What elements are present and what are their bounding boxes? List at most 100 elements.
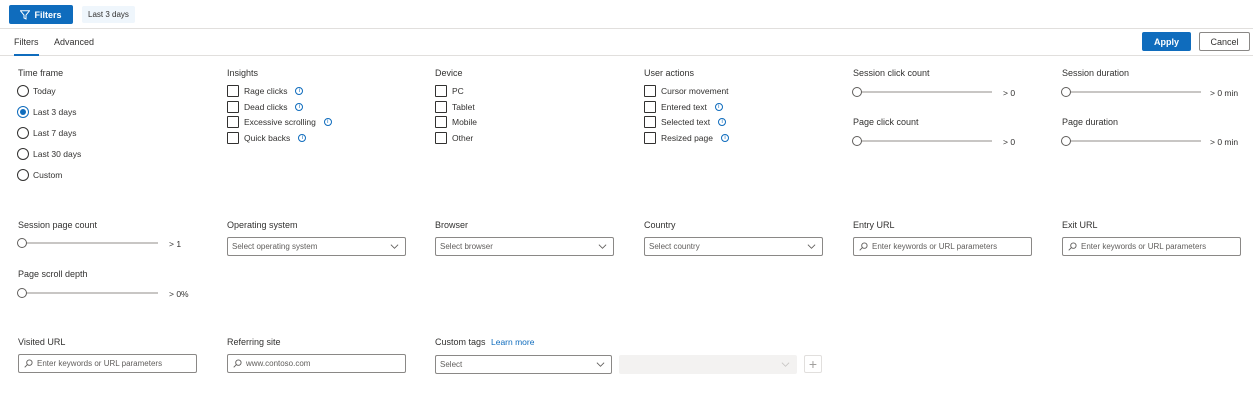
country-label: Country	[644, 220, 676, 230]
page-scroll-depth-value: > 0%	[169, 289, 189, 299]
radio-last-3-days[interactable]: Last 3 days	[17, 106, 76, 118]
checkbox-cursor-movement[interactable]: Cursor movement	[644, 85, 729, 97]
slider-thumb[interactable]	[17, 288, 27, 298]
session-click-count-value: > 0	[1003, 88, 1016, 98]
slider-track	[856, 91, 992, 93]
checkbox-box	[227, 85, 239, 97]
radio-label: Custom	[33, 170, 63, 180]
page-scroll-depth-slider[interactable]	[17, 287, 158, 299]
custom-tag-value-dropdown	[619, 355, 797, 374]
visited-url-search[interactable]	[18, 354, 197, 373]
slider-thumb[interactable]	[852, 87, 862, 97]
active-filter-chip[interactable]: Last 3 days	[82, 6, 135, 23]
dropdown-placeholder: Select operating system	[232, 242, 318, 251]
radio-last-30-days[interactable]: Last 30 days	[17, 148, 81, 160]
radio-circle-selected	[17, 106, 29, 118]
session-duration-slider[interactable]	[1061, 86, 1201, 98]
page-click-count-slider[interactable]	[852, 135, 992, 147]
checkbox-other[interactable]: Other	[435, 132, 473, 144]
checkbox-rage-clicks[interactable]: Rage clicks i	[227, 85, 304, 97]
checkbox-box	[644, 85, 656, 97]
checkbox-pc[interactable]: PC	[435, 85, 464, 97]
cancel-button[interactable]: Cancel	[1199, 32, 1250, 51]
checkbox-entered-text[interactable]: Entered text i	[644, 101, 723, 113]
info-icon[interactable]: i	[720, 134, 729, 142]
custom-tags-label: Custom tags	[435, 337, 486, 347]
tab-filters[interactable]: Filters	[14, 37, 39, 56]
filter-toolbar: Filters Last 3 days	[0, 0, 1253, 29]
session-page-count-value: > 1	[169, 239, 182, 249]
entry-url-label: Entry URL	[853, 220, 895, 230]
radio-custom[interactable]: Custom	[17, 169, 62, 181]
apply-button[interactable]: Apply	[1142, 32, 1191, 51]
checkbox-label: Mobile	[452, 117, 478, 127]
slider-track	[856, 140, 992, 142]
session-page-count-slider[interactable]	[17, 237, 158, 249]
add-tag-button[interactable]: +	[804, 355, 822, 373]
radio-last-7-days[interactable]: Last 7 days	[17, 127, 76, 139]
checkbox-box	[227, 116, 239, 128]
checkbox-tablet[interactable]: Tablet	[435, 101, 475, 113]
checkbox-label: Quick backs	[244, 133, 291, 143]
time-frame-label: Time frame	[18, 68, 64, 78]
page-duration-slider[interactable]	[1061, 135, 1201, 147]
checkbox-selected-text[interactable]: Selected text i	[644, 116, 727, 128]
info-icon[interactable]: i	[718, 118, 727, 126]
checkbox-box	[644, 116, 656, 128]
info-icon[interactable]: i	[298, 134, 307, 142]
info-icon[interactable]: i	[323, 118, 332, 126]
checkbox-label: Dead clicks	[244, 102, 288, 112]
checkbox-box	[227, 132, 239, 144]
custom-tags-dropdown[interactable]: Select	[435, 355, 612, 374]
operating-system-dropdown[interactable]: Select operating system	[227, 237, 406, 256]
entry-url-search[interactable]	[853, 237, 1032, 256]
slider-thumb[interactable]	[17, 238, 27, 248]
filters-button[interactable]: Filters	[9, 5, 73, 24]
exit-url-search[interactable]	[1062, 237, 1241, 256]
slider-track	[1065, 140, 1201, 142]
tab-bar: Filters Advanced Apply Cancel	[0, 29, 1253, 56]
radio-circle	[17, 85, 29, 97]
referring-site-search[interactable]	[227, 354, 406, 373]
slider-thumb[interactable]	[1061, 136, 1071, 146]
session-click-count-slider[interactable]	[852, 86, 992, 98]
checkbox-mobile[interactable]: Mobile	[435, 116, 477, 128]
info-icon[interactable]: i	[295, 103, 304, 111]
session-duration-value: > 0 min	[1210, 88, 1239, 98]
slider-track	[1065, 91, 1201, 93]
tab-advanced[interactable]: Advanced	[54, 37, 94, 47]
radio-circle	[17, 148, 29, 160]
checkbox-label: Resized page	[661, 133, 713, 143]
radio-label: Last 3 days	[33, 107, 77, 117]
exit-url-input[interactable]	[1081, 242, 1240, 251]
referring-site-input[interactable]	[246, 359, 405, 368]
checkbox-resized-page[interactable]: Resized page i	[644, 132, 729, 144]
filters-button-label: Filters	[34, 9, 62, 20]
checkbox-box	[435, 132, 447, 144]
user-actions-label: User actions	[644, 68, 695, 78]
info-icon[interactable]: i	[714, 103, 723, 111]
checkbox-excessive-scrolling[interactable]: Excessive scrolling i	[227, 116, 332, 128]
checkbox-dead-clicks[interactable]: Dead clicks i	[227, 101, 304, 113]
browser-dropdown[interactable]: Select browser	[435, 237, 614, 256]
visited-url-input[interactable]	[37, 359, 196, 368]
browser-label: Browser	[435, 220, 469, 230]
slider-thumb[interactable]	[852, 136, 862, 146]
learn-more-link[interactable]: Learn more	[491, 337, 534, 347]
dropdown-placeholder: Select browser	[440, 242, 493, 251]
operating-system-label: Operating system	[227, 220, 298, 230]
radio-today[interactable]: Today	[17, 85, 56, 97]
checkbox-label: PC	[452, 86, 464, 96]
session-page-count-label: Session page count	[18, 220, 98, 230]
exit-url-label: Exit URL	[1062, 220, 1098, 230]
checkbox-quick-backs[interactable]: Quick backs i	[227, 132, 307, 144]
radio-label: Today	[33, 86, 56, 96]
search-icon	[233, 359, 242, 368]
slider-thumb[interactable]	[1061, 87, 1071, 97]
country-dropdown[interactable]: Select country	[644, 237, 823, 256]
entry-url-input[interactable]	[872, 242, 1031, 251]
search-icon	[859, 242, 868, 251]
dropdown-placeholder: Select country	[649, 242, 700, 251]
info-icon[interactable]: i	[295, 87, 304, 95]
checkbox-box	[644, 132, 656, 144]
